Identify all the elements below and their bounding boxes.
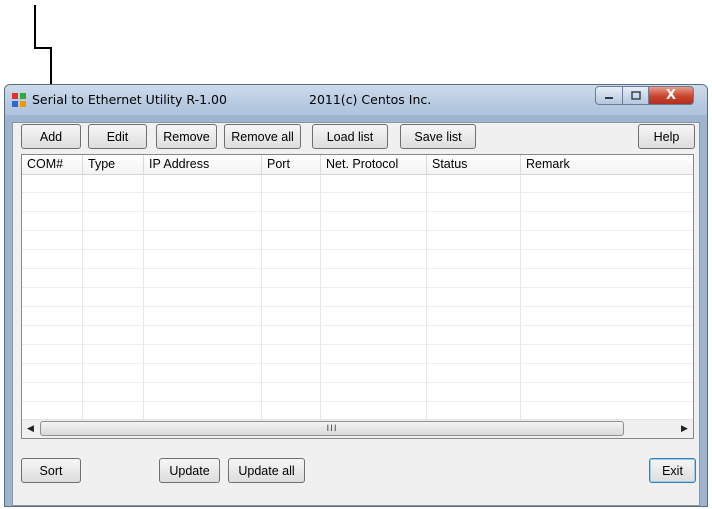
update-button[interactable]: Update [159,458,220,483]
row-line [22,230,693,231]
row-line [22,363,693,364]
row-line [22,306,693,307]
add-button[interactable]: Add [21,124,81,149]
app-window: Serial to Ethernet Utility R-1.00 2011(c… [4,84,708,507]
column-header-status[interactable]: Status [427,155,521,174]
scroll-right-button[interactable]: ▶ [676,420,693,437]
update-all-button[interactable]: Update all [228,458,305,483]
edit-button[interactable]: Edit [88,124,147,149]
remove-all-button[interactable]: Remove all [224,124,301,149]
row-line [22,211,693,212]
scroll-grip: III [326,423,338,434]
list-header: COM# Type IP Address Port Net. Protocol … [22,155,693,175]
scroll-left-button[interactable]: ◀ [22,420,39,437]
network-app-icon [12,93,26,107]
exit-button[interactable]: Exit [649,458,696,483]
column-header-type[interactable]: Type [83,155,144,174]
column-header-ip-address[interactable]: IP Address [144,155,262,174]
window-title: Serial to Ethernet Utility R-1.00 [32,92,227,107]
row-line [22,287,693,288]
remove-button[interactable]: Remove [156,124,217,149]
scroll-thumb[interactable]: III [40,421,624,436]
close-button[interactable]: X [648,86,694,105]
row-line [22,325,693,326]
help-button[interactable]: Help [638,124,695,149]
minimize-button[interactable] [595,86,623,105]
row-line [22,382,693,383]
window-copyright: 2011(c) Centos Inc. [309,92,432,107]
maximize-icon [630,91,641,100]
sort-button[interactable]: Sort [21,458,81,483]
column-header-remark[interactable]: Remark [521,155,693,174]
row-line [22,192,693,193]
title-bar[interactable]: Serial to Ethernet Utility R-1.00 2011(c… [5,85,707,115]
maximize-button[interactable] [622,86,649,105]
list-body[interactable] [22,174,693,421]
row-line [22,249,693,250]
row-line [22,344,693,345]
minimize-icon [605,96,613,99]
column-header-com[interactable]: COM# [22,155,83,174]
close-icon: X [665,88,677,103]
chevron-right-icon: ▶ [681,423,688,434]
row-line [22,268,693,269]
row-line [22,401,693,402]
column-header-port[interactable]: Port [262,155,321,174]
client-area: Add Edit Remove Remove all Load list Sav… [12,122,700,506]
chevron-left-icon: ◀ [27,423,34,434]
horizontal-scrollbar[interactable]: ◀ III ▶ [22,419,693,438]
load-list-button[interactable]: Load list [312,124,388,149]
save-list-button[interactable]: Save list [400,124,476,149]
column-header-net-protocol[interactable]: Net. Protocol [321,155,427,174]
port-list[interactable]: COM# Type IP Address Port Net. Protocol … [21,154,694,439]
